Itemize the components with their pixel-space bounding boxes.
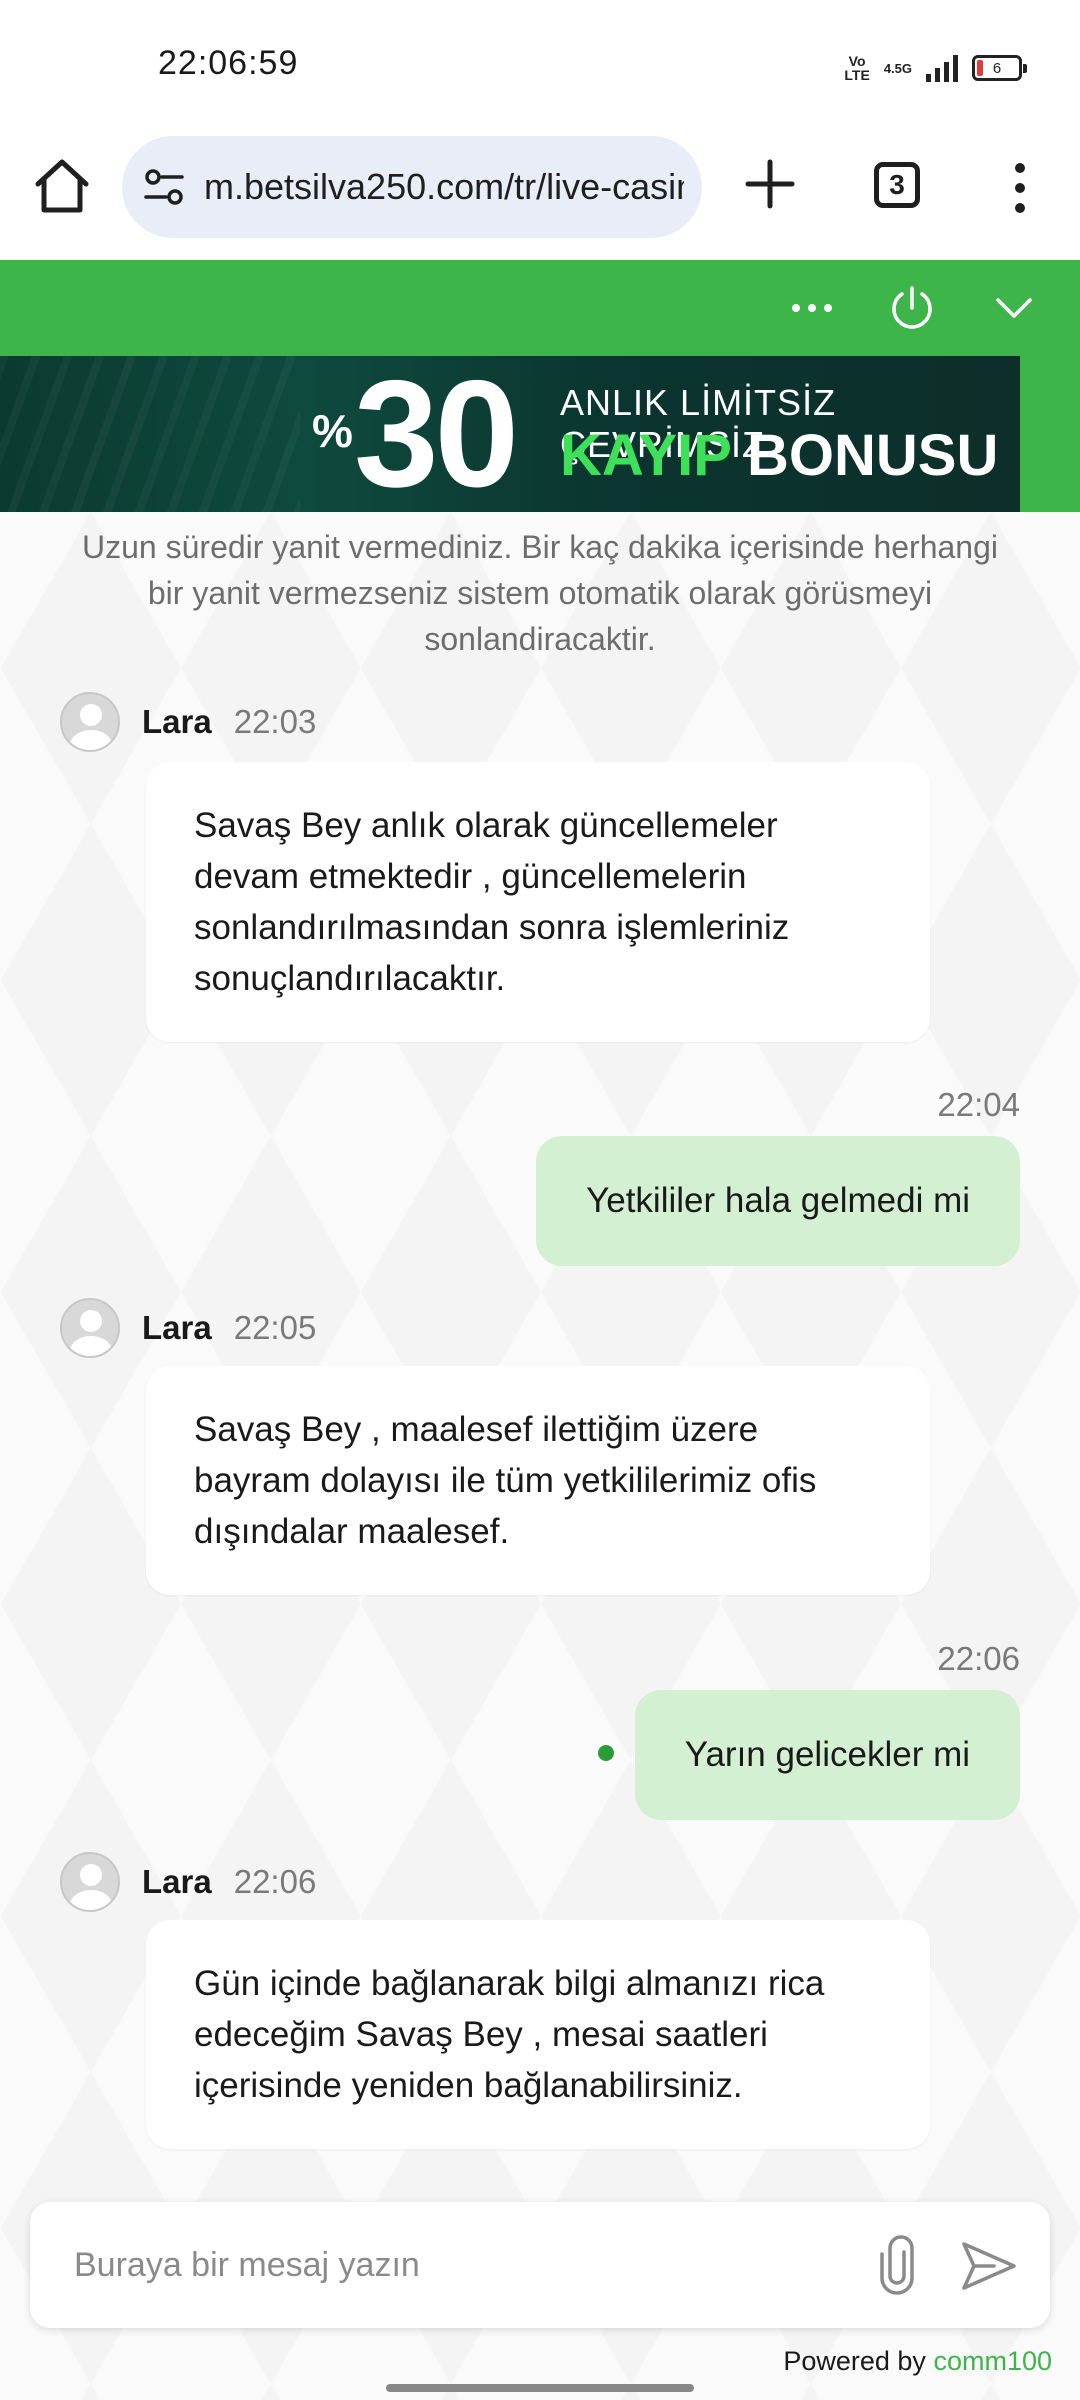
avatar <box>60 692 120 752</box>
browser-toolbar: m.betsilva250.com/tr/live-casino 3 <box>0 130 1080 260</box>
volte-icon: Vo LTE <box>844 53 870 83</box>
agent-name: Lara <box>142 1863 212 1900</box>
agent-message-header: Lara 22:06 <box>60 1852 316 1912</box>
user-message-bubble: Yarın gelicekler mi <box>634 1690 1020 1820</box>
banner-amount: 30 <box>354 356 519 512</box>
banner-line2-highlight: KAYIP <box>560 423 731 488</box>
agent-message-header: Lara 22:05 <box>60 1298 316 1358</box>
banner-percent: % <box>312 405 353 457</box>
end-chat-power-icon[interactable] <box>884 280 940 336</box>
chevron-down-icon[interactable] <box>986 280 1042 336</box>
attachment-icon[interactable] <box>862 2230 932 2300</box>
message-input[interactable] <box>74 2230 854 2300</box>
banner-decoration <box>0 356 300 512</box>
chat-header <box>0 260 1080 356</box>
agent-message-bubble: Gün içinde bağlanarak bilgi almanızı ric… <box>146 1920 930 2149</box>
agent-name: Lara <box>142 1309 212 1346</box>
network-type-label: 4.5G <box>883 60 912 76</box>
agent-message-bubble: Savaş Bey , maalesef ilettiğim üzere bay… <box>146 1366 930 1595</box>
banner-line2: KAYIP BONUSU <box>560 422 998 490</box>
gesture-navigation-bar[interactable] <box>386 2384 694 2392</box>
powered-by-brand-link[interactable]: comm100 <box>933 2346 1052 2376</box>
more-horiz-icon[interactable] <box>784 280 840 336</box>
new-tab-icon[interactable] <box>740 154 800 214</box>
tab-switcher-button[interactable]: 3 <box>874 162 920 208</box>
user-message-bubble: Yetkililer hala gelmedi mi <box>536 1136 1020 1266</box>
powered-by-label: Powered by <box>783 2346 926 2376</box>
agent-message-bubble: Savaş Bey anlık olarak güncellemeler dev… <box>146 762 930 1042</box>
banner-line2-rest: BONUSU <box>747 423 999 488</box>
banner-right-edge <box>1020 356 1080 512</box>
message-time: 22:05 <box>233 1309 317 1346</box>
message-composer <box>30 2202 1050 2328</box>
agent-message-header: Lara 22:03 <box>60 692 316 752</box>
site-settings-icon[interactable] <box>142 165 186 209</box>
avatar <box>60 1298 120 1358</box>
send-icon[interactable] <box>954 2230 1024 2300</box>
message-time: 22:06 <box>233 1863 317 1900</box>
agent-name: Lara <box>142 703 212 740</box>
more-vert-icon[interactable] <box>1000 158 1040 218</box>
message-time: 22:03 <box>233 703 317 740</box>
battery-icon: 6 <box>972 55 1027 81</box>
url-text[interactable]: m.betsilva250.com/tr/live-casino <box>204 166 684 208</box>
status-icons: Vo LTE 4.5G 6 <box>844 50 1027 86</box>
system-notice: Uzun süredir yanit vermediniz. Bir kaç d… <box>82 529 998 657</box>
signal-icon <box>926 54 958 82</box>
home-icon[interactable] <box>30 154 94 218</box>
promo-banner[interactable]: % 30 ANLIK LİMİTSİZ ÇEVRİMSİZ KAYIP BONU… <box>0 356 1020 512</box>
message-time: 22:04 <box>937 1086 1020 1123</box>
status-time: 22:06:59 <box>158 44 299 82</box>
battery-level: 6 <box>992 59 1002 77</box>
powered-by: Powered by comm100 <box>783 2346 1052 2377</box>
message-time: 22:06 <box>937 1640 1020 1677</box>
avatar <box>60 1852 120 1912</box>
status-bar: 22:06:59 Vo LTE 4.5G 6 <box>0 0 1080 130</box>
sent-status-dot <box>598 1745 614 1761</box>
address-bar[interactable]: m.betsilva250.com/tr/live-casino <box>122 136 702 238</box>
